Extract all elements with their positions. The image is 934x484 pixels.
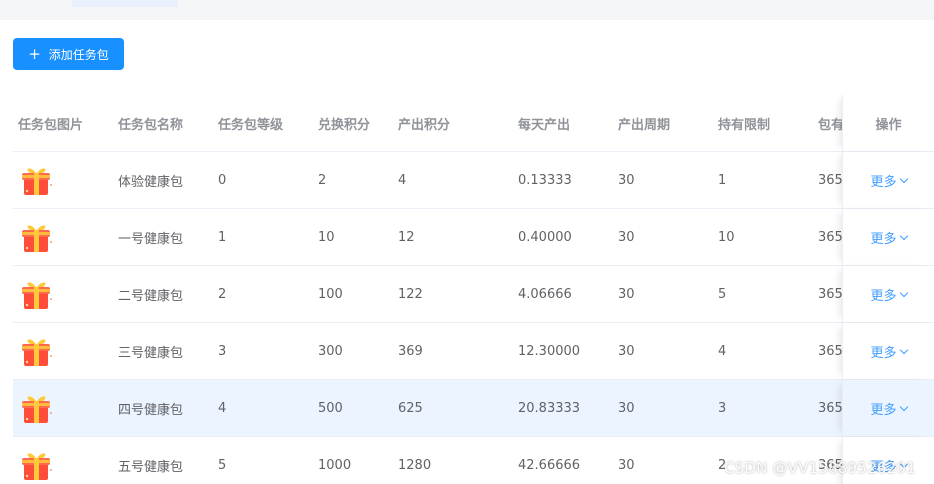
cell-exchange: 100: [318, 286, 343, 302]
cell-exchange: 300: [318, 343, 343, 359]
cell-output: 12: [398, 229, 415, 245]
col-header-actions: 操作: [842, 95, 934, 151]
cell-extra: 365: [818, 229, 842, 245]
cell-cycle: 30: [618, 286, 635, 302]
more-label: 更多: [870, 231, 897, 247]
table-row: 四号健康包 4 500 625 20.83333 30 3 365 更多: [13, 380, 934, 437]
cell-output: 625: [398, 400, 423, 416]
cell-daily: 12.30000: [518, 343, 581, 359]
row-actions-cell: 更多: [842, 380, 934, 436]
cell-exchange: 500: [318, 400, 343, 416]
cell-level: 4: [218, 400, 227, 416]
cell-daily: 4.06666: [518, 286, 572, 302]
cell-limit: 3: [718, 400, 727, 416]
cell-exchange: 2: [318, 172, 327, 188]
chevron-down-icon: [899, 345, 908, 354]
active-tab-indicator: [72, 0, 178, 7]
chevron-down-icon: [899, 288, 908, 297]
chevron-down-icon: [899, 174, 908, 183]
cell-name: 体验健康包: [118, 174, 184, 190]
cell-cycle: 30: [618, 343, 635, 359]
col-header-image: 任务包图片: [18, 117, 84, 133]
table-row: 三号健康包 3 300 369 12.30000 30 4 365 更多: [13, 323, 934, 380]
gift-package-image: [18, 334, 54, 370]
col-header-level: 任务包等级: [218, 117, 284, 133]
cell-name: 四号健康包: [118, 402, 184, 418]
row-actions-cell: 更多: [842, 266, 934, 322]
cell-cycle: 30: [618, 172, 635, 188]
row-actions-cell: 更多: [842, 152, 934, 208]
cell-daily: 0.40000: [518, 229, 572, 245]
cell-extra: 365: [818, 343, 842, 359]
cell-cycle: 30: [618, 400, 635, 416]
cell-extra: 365: [818, 400, 842, 416]
plus-icon: +: [28, 44, 41, 63]
cell-name: 一号健康包: [118, 231, 184, 247]
table-row: 二号健康包 2 100 122 4.06666 30 5 365 更多: [13, 266, 934, 323]
table-header: 任务包图片 任务包名称 任务包等级 兑换积分 产出积分 每天产出 产出周期 持有…: [13, 95, 934, 152]
cell-output: 369: [398, 343, 423, 359]
row-actions-cell: 更多: [842, 323, 934, 379]
top-tab-strip: [0, 0, 934, 20]
gift-package-image: [18, 448, 54, 484]
cell-extra: 365: [818, 286, 842, 302]
task-package-table: 任务包图片 任务包名称 任务包等级 兑换积分 产出积分 每天产出 产出周期 持有…: [13, 95, 934, 484]
col-header-name: 任务包名称: [118, 117, 184, 133]
cell-limit: 5: [718, 286, 727, 302]
cell-cycle: 30: [618, 229, 635, 245]
cell-name: 三号健康包: [118, 345, 184, 361]
cell-limit: 4: [718, 343, 727, 359]
gift-package-image: [18, 277, 54, 313]
cell-level: 5: [218, 457, 227, 473]
cell-daily: 42.66666: [518, 457, 581, 473]
add-button-label: 添加任务包: [48, 47, 109, 62]
actions-header-label: 操作: [875, 117, 902, 133]
more-label: 更多: [870, 402, 897, 418]
table-row: 一号健康包 1 10 12 0.40000 30 10 365 更多: [13, 209, 934, 266]
table-row: 体验健康包 0 2 4 0.13333 30 1 365 更多: [13, 152, 934, 209]
more-label: 更多: [870, 288, 897, 304]
more-dropdown[interactable]: 更多: [870, 399, 908, 418]
cell-limit: 10: [718, 229, 735, 245]
cell-exchange: 10: [318, 229, 335, 245]
chevron-down-icon: [899, 231, 908, 240]
csdn-watermark: CSDN @VV15889526201: [724, 459, 916, 477]
cell-output: 1280: [398, 457, 432, 473]
cell-level: 1: [218, 229, 227, 245]
col-header-limit: 持有限制: [718, 117, 771, 133]
cell-daily: 20.83333: [518, 400, 581, 416]
cell-name: 二号健康包: [118, 288, 184, 304]
more-dropdown[interactable]: 更多: [870, 228, 908, 247]
more-dropdown[interactable]: 更多: [870, 171, 908, 190]
add-task-package-button[interactable]: + 添加任务包: [13, 38, 124, 70]
cell-exchange: 1000: [318, 457, 352, 473]
more-dropdown[interactable]: 更多: [870, 285, 908, 304]
cell-extra: 365: [818, 172, 842, 188]
cell-level: 3: [218, 343, 227, 359]
cell-cycle: 30: [618, 457, 635, 473]
row-actions-cell: 更多: [842, 209, 934, 265]
col-header-output: 产出积分: [398, 117, 451, 133]
col-header-exchange: 兑换积分: [318, 117, 371, 133]
chevron-down-icon: [899, 402, 908, 411]
cell-output: 4: [398, 172, 407, 188]
cell-output: 122: [398, 286, 423, 302]
gift-package-image: [18, 163, 54, 199]
gift-package-image: [18, 391, 54, 427]
col-header-daily: 每天产出: [518, 117, 571, 133]
cell-daily: 0.13333: [518, 172, 572, 188]
more-dropdown[interactable]: 更多: [870, 342, 908, 361]
more-label: 更多: [870, 345, 897, 361]
cell-name: 五号健康包: [118, 459, 184, 475]
cell-level: 2: [218, 286, 227, 302]
cell-level: 0: [218, 172, 227, 188]
more-label: 更多: [870, 174, 897, 190]
cell-limit: 1: [718, 172, 727, 188]
gift-package-image: [18, 220, 54, 256]
col-header-cycle: 产出周期: [618, 117, 671, 133]
col-header-extra: 包有: [818, 117, 842, 133]
